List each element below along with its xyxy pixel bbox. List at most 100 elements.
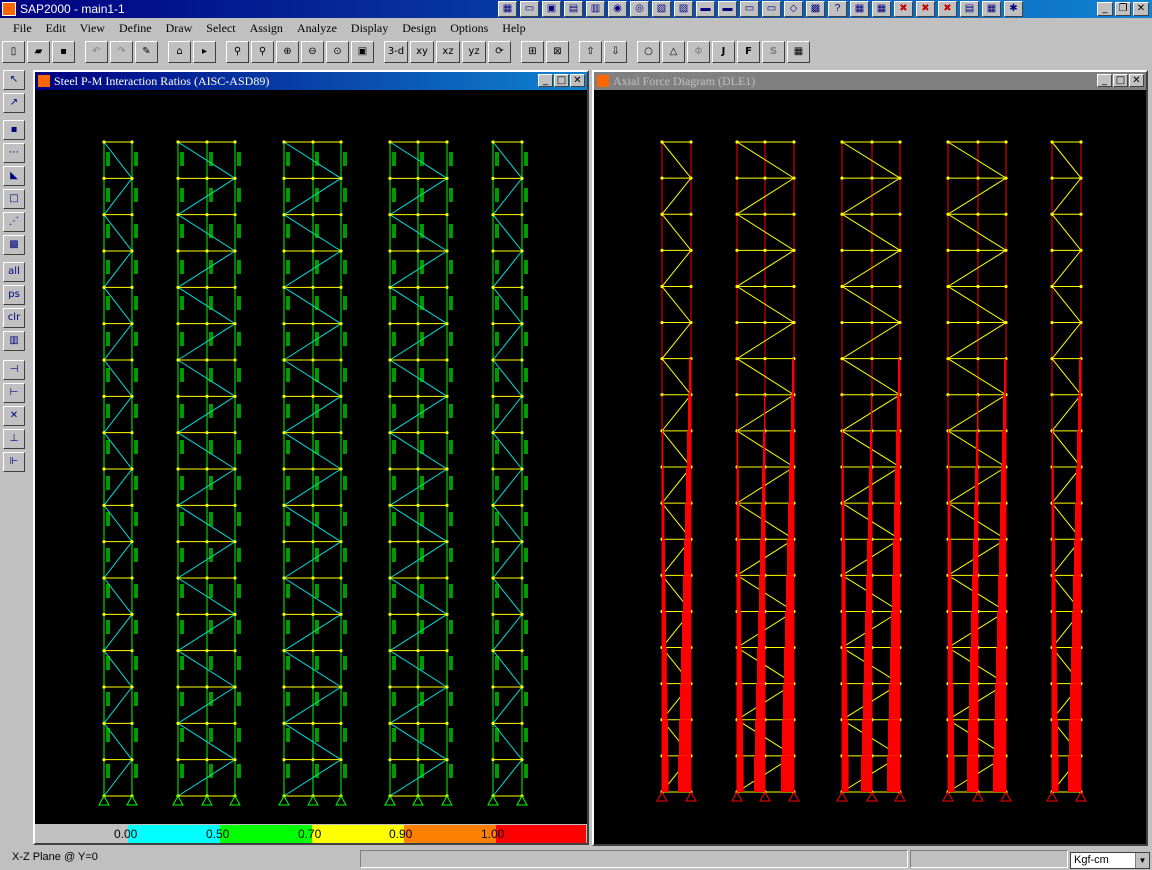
pm-ratio-window[interactable]: Steel P-M Interaction Ratios (AISC-ASD89… <box>33 70 589 845</box>
snap-intersection-icon[interactable]: ✕ <box>3 406 25 426</box>
menu-file[interactable]: File <box>6 21 39 36</box>
snap-perpendicular-icon[interactable]: ⊥ <box>3 429 25 449</box>
launch-icon[interactable]: ▤ <box>564 1 583 17</box>
move-up-icon[interactable]: ⇧ <box>579 41 602 63</box>
snap-joints-icon[interactable]: ⊣ <box>3 360 25 380</box>
menu-edit[interactable]: Edit <box>39 21 73 36</box>
launch-icon[interactable]: ▦ <box>872 1 891 17</box>
move-down-icon[interactable]: ⇩ <box>604 41 627 63</box>
launch-icon[interactable]: ✖ <box>894 1 913 17</box>
menu-define[interactable]: Define <box>112 21 159 36</box>
perspective-icon[interactable]: ⟳ <box>488 41 511 63</box>
draw-rect-shell-icon[interactable]: □ <box>3 189 25 209</box>
launch-icon[interactable]: ▥ <box>586 1 605 17</box>
menu-draw[interactable]: Draw <box>159 21 200 36</box>
launch-icon[interactable]: ◉ <box>608 1 627 17</box>
restore-button[interactable]: ❐ <box>1115 2 1131 16</box>
minimize-button[interactable]: _ <box>1097 2 1113 16</box>
draw-frame-icon[interactable]: ⋯ <box>3 143 25 163</box>
pencil-icon[interactable]: ✎ <box>135 41 158 63</box>
intersecting-line-icon[interactable]: ▥ <box>3 331 25 351</box>
launch-icon[interactable]: ▬ <box>718 1 737 17</box>
show-deformed-icon[interactable]: △ <box>662 41 685 63</box>
quick-frame-icon[interactable]: ⋰ <box>3 212 25 232</box>
set-elements-icon[interactable]: ⊞ <box>521 41 544 63</box>
launch-icon[interactable]: ▣ <box>542 1 561 17</box>
close-button[interactable]: ✕ <box>1133 2 1149 16</box>
axial-force-canvas[interactable] <box>594 90 1146 844</box>
menu-help[interactable]: Help <box>495 21 532 36</box>
clear-selection-icon[interactable]: clr <box>3 308 25 328</box>
lock-icon[interactable]: ⌂ <box>168 41 191 63</box>
refresh-view-icon[interactable]: ▣ <box>351 41 374 63</box>
show-undeformed-icon[interactable]: ○ <box>637 41 660 63</box>
draw-shell-icon[interactable]: ◣ <box>3 166 25 186</box>
draw-joint-icon[interactable]: ▪ <box>3 120 25 140</box>
launch-icon[interactable]: ◇ <box>784 1 803 17</box>
launch-icon[interactable]: ▭ <box>520 1 539 17</box>
snap-lines-icon[interactable]: ⊩ <box>3 452 25 472</box>
launch-icon[interactable]: ▬ <box>696 1 715 17</box>
zoom-out-icon[interactable]: ⊖ <box>301 41 324 63</box>
launch-icon[interactable]: ▦ <box>982 1 1001 17</box>
launch-icon[interactable]: ▩ <box>806 1 825 17</box>
sap2000-window-icon[interactable] <box>38 75 50 87</box>
pan-icon[interactable]: ⊙ <box>326 41 349 63</box>
sap2000-window-icon[interactable] <box>597 75 609 87</box>
view-yz-button[interactable]: yz <box>462 41 486 63</box>
menu-analyze[interactable]: Analyze <box>290 21 344 36</box>
minimize-button[interactable]: _ <box>538 74 553 87</box>
minimize-button[interactable]: _ <box>1097 74 1112 87</box>
menu-options[interactable]: Options <box>443 21 495 36</box>
save-icon[interactable]: ▪ <box>52 41 75 63</box>
launch-icon[interactable]: ◎ <box>630 1 649 17</box>
launch-icon[interactable]: ▤ <box>960 1 979 17</box>
new-file-icon[interactable]: ▯ <box>2 41 25 63</box>
undo-icon[interactable]: ↶ <box>85 41 108 63</box>
close-button[interactable]: ✕ <box>1129 74 1144 87</box>
show-joint-forces-icon[interactable]: J <box>712 41 735 63</box>
units-dropdown[interactable]: Kgf-cm ▼ <box>1070 852 1150 869</box>
launch-icon[interactable]: ▭ <box>762 1 781 17</box>
snap-midpoint-icon[interactable]: ⊢ <box>3 383 25 403</box>
run-analysis-icon[interactable]: ▸ <box>193 41 216 63</box>
launch-icon[interactable]: ▭ <box>740 1 759 17</box>
launch-icon[interactable]: ✖ <box>938 1 957 17</box>
show-tables-icon[interactable]: ▦ <box>787 41 810 63</box>
pm-ratio-title-bar[interactable]: Steel P-M Interaction Ratios (AISC-ASD89… <box>35 72 587 90</box>
get-previous-selection-icon[interactable]: ps <box>3 285 25 305</box>
sap2000-app-icon[interactable] <box>2 2 16 16</box>
launch-icon[interactable]: ▦ <box>850 1 869 17</box>
redo-icon[interactable]: ↷ <box>110 41 133 63</box>
chevron-down-icon[interactable]: ▼ <box>1135 853 1149 868</box>
open-folder-icon[interactable]: ▰ <box>27 41 50 63</box>
launch-icon[interactable]: ▦ <box>498 1 517 17</box>
help-icon[interactable]: ? <box>828 1 847 17</box>
quick-shell-icon[interactable]: ▩ <box>3 235 25 255</box>
pm-ratio-canvas[interactable] <box>35 90 587 824</box>
reshape-icon[interactable]: ↗ <box>3 93 25 113</box>
axial-force-title-bar[interactable]: Axial Force Diagram (DLE1) _ □ ✕ <box>594 72 1146 90</box>
launch-icon[interactable]: ▨ <box>674 1 693 17</box>
view-xz-button[interactable]: xz <box>436 41 460 63</box>
zoom-in-icon[interactable]: ⊕ <box>276 41 299 63</box>
show-frame-forces-icon[interactable]: F <box>737 41 760 63</box>
axial-force-window[interactable]: Axial Force Diagram (DLE1) _ □ ✕ <box>592 70 1148 846</box>
zoom-restore-icon[interactable]: ⚲ <box>251 41 274 63</box>
launch-icon[interactable]: ✖ <box>916 1 935 17</box>
show-shell-stresses-icon[interactable]: S <box>762 41 785 63</box>
shrink-elements-icon[interactable]: ⊠ <box>546 41 569 63</box>
close-button[interactable]: ✕ <box>570 74 585 87</box>
launch-icon[interactable]: ✱ <box>1004 1 1023 17</box>
select-all-icon[interactable]: all <box>3 262 25 282</box>
view-3d-button[interactable]: 3-d <box>384 41 408 63</box>
menu-select[interactable]: Select <box>199 21 242 36</box>
pointer-icon[interactable]: ↖ <box>3 70 25 90</box>
maximize-button[interactable]: □ <box>1113 74 1128 87</box>
menu-view[interactable]: View <box>73 21 112 36</box>
menu-display[interactable]: Display <box>344 21 395 36</box>
show-mode-shape-icon[interactable]: Φ <box>687 41 710 63</box>
maximize-button[interactable]: □ <box>554 74 569 87</box>
launch-icon[interactable]: ▧ <box>652 1 671 17</box>
menu-assign[interactable]: Assign <box>243 21 290 36</box>
